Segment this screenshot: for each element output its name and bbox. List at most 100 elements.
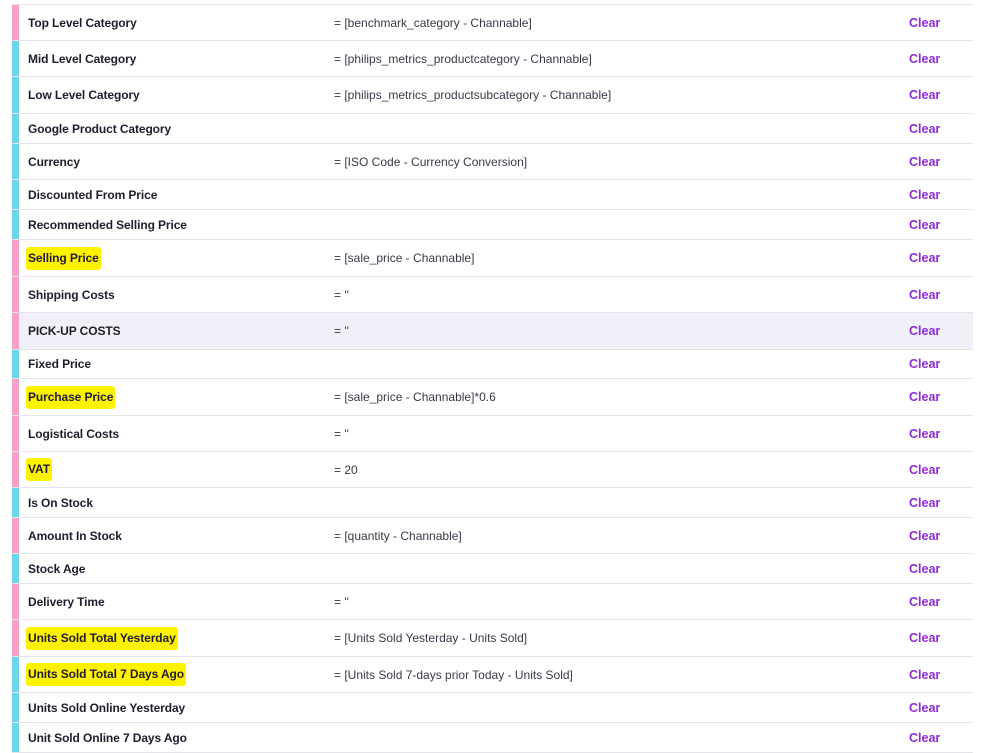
clear-button[interactable]: Clear	[909, 52, 940, 66]
mapping-value: = ''	[334, 594, 349, 609]
field-mapping-list: Top Level Category = [benchmark_category …	[12, 4, 973, 753]
mapping-row[interactable]: VAT = 20 Clear	[12, 452, 973, 488]
field-type-marker	[12, 114, 19, 143]
mapping-value: = [philips_metrics_productcategory - Cha…	[334, 51, 592, 66]
clear-button[interactable]: Clear	[909, 251, 940, 265]
field-name: Discounted From Price	[28, 187, 158, 202]
clear-button[interactable]: Clear	[909, 122, 940, 136]
mapping-row[interactable]: Selling Price = [sale_price - Channable] C…	[12, 240, 973, 277]
field-type-marker	[12, 452, 19, 487]
field-type-marker	[12, 554, 19, 583]
field-type-marker	[12, 657, 19, 692]
mapping-row[interactable]: Fixed Price Clear	[12, 350, 973, 379]
mapping-row[interactable]: Top Level Category = [benchmark_category …	[12, 5, 973, 41]
field-name: Mid Level Category	[28, 51, 137, 66]
field-type-marker	[12, 379, 19, 415]
clear-button[interactable]: Clear	[909, 188, 940, 202]
field-type-marker	[12, 313, 19, 349]
mapping-row[interactable]: Units Sold Total Yesterday = [Units Sold …	[12, 620, 973, 657]
mapping-row[interactable]: Units Sold Total 7 Days Ago = [Units Sold…	[12, 657, 973, 693]
mapping-row[interactable]: Recommended Selling Price Clear	[12, 210, 973, 240]
field-name: Selling Price	[26, 246, 101, 270]
field-type-marker	[12, 416, 19, 451]
mapping-value: = [Units Sold Yesterday - Units Sold]	[334, 631, 528, 645]
mapping-row[interactable]: Mid Level Category = [philips_metrics_pro…	[12, 41, 973, 77]
field-name: Currency	[28, 154, 80, 169]
mapping-value: = ''	[334, 287, 349, 302]
mapping-value: = ''	[334, 324, 349, 338]
clear-button[interactable]: Clear	[909, 88, 940, 102]
field-type-marker	[12, 210, 19, 239]
field-name: VAT	[26, 458, 52, 481]
field-name: Low Level Category	[28, 88, 140, 102]
field-name: Recommended Selling Price	[28, 217, 187, 232]
mapping-row[interactable]: Shipping Costs = '' Clear	[12, 277, 973, 313]
mapping-row[interactable]: Low Level Category = [philips_metrics_pro…	[12, 77, 973, 114]
mapping-value: = [benchmark_category - Channable]	[334, 15, 532, 30]
clear-button[interactable]: Clear	[909, 595, 940, 609]
mapping-value: = [ISO Code - Currency Conversion]	[334, 154, 528, 169]
mapping-value: = [quantity - Channable]	[334, 528, 462, 543]
mapping-row[interactable]: Stock Age Clear	[12, 554, 973, 584]
mapping-row[interactable]: Amount In Stock = [quantity - Channable] C…	[12, 518, 973, 554]
field-name: Logistical Costs	[28, 426, 120, 441]
field-name: Top Level Category	[28, 15, 137, 30]
field-name: Units Sold Total 7 Days Ago	[26, 663, 186, 686]
mapping-row[interactable]: PICK-UP COSTS = '' Clear	[12, 313, 973, 350]
mapping-row[interactable]: Units Sold Online Yesterday Clear	[12, 693, 973, 723]
field-type-marker	[12, 41, 19, 76]
field-type-marker	[12, 620, 19, 656]
field-type-marker	[12, 723, 19, 752]
field-type-marker	[12, 350, 19, 378]
clear-button[interactable]: Clear	[909, 463, 940, 477]
clear-button[interactable]: Clear	[909, 288, 940, 302]
clear-button[interactable]: Clear	[909, 529, 940, 543]
clear-button[interactable]: Clear	[909, 701, 940, 715]
clear-button[interactable]: Clear	[909, 668, 940, 682]
mapping-row[interactable]: Currency = [ISO Code - Currency Conversio…	[12, 144, 973, 180]
clear-button[interactable]: Clear	[909, 390, 940, 404]
mapping-row[interactable]: Is On Stock Clear	[12, 488, 973, 518]
field-name: Shipping Costs	[28, 287, 115, 302]
mapping-value: = [philips_metrics_productsubcategory - …	[334, 88, 612, 102]
field-type-marker	[12, 240, 19, 276]
mapping-value: = ''	[334, 426, 349, 441]
clear-button[interactable]: Clear	[909, 731, 940, 745]
field-name: Google Product Category	[28, 121, 172, 136]
field-type-marker	[12, 5, 19, 40]
mapping-value: = [Units Sold 7-days prior Today - Units…	[334, 667, 573, 682]
field-type-marker	[12, 180, 19, 209]
field-name: Amount In Stock	[28, 528, 122, 543]
mapping-value: = 20	[334, 462, 358, 477]
clear-button[interactable]: Clear	[909, 155, 940, 169]
mapping-row[interactable]: Discounted From Price Clear	[12, 180, 973, 210]
clear-button[interactable]: Clear	[909, 357, 940, 371]
clear-button[interactable]: Clear	[909, 631, 940, 645]
clear-button[interactable]: Clear	[909, 427, 940, 441]
mapping-value: = [sale_price - Channable]*0.6	[334, 390, 496, 404]
mapping-value: = [sale_price - Channable]	[334, 251, 475, 265]
field-name: Stock Age	[28, 561, 86, 576]
field-name: Purchase Price	[26, 385, 116, 409]
clear-button[interactable]: Clear	[909, 324, 940, 338]
field-name: Units Sold Online Yesterday	[28, 700, 186, 715]
field-type-marker	[12, 77, 19, 113]
field-name: Is On Stock	[28, 495, 93, 510]
clear-button[interactable]: Clear	[909, 218, 940, 232]
field-name: Units Sold Total Yesterday	[26, 626, 178, 650]
field-type-marker	[12, 277, 19, 312]
field-name: Delivery Time	[28, 594, 105, 609]
mapping-row[interactable]: Purchase Price = [sale_price - Channable]…	[12, 379, 973, 416]
field-name: Fixed Price	[28, 357, 91, 371]
field-type-marker	[12, 144, 19, 179]
mapping-row[interactable]: Google Product Category Clear	[12, 114, 973, 144]
clear-button[interactable]: Clear	[909, 496, 940, 510]
field-type-marker	[12, 693, 19, 722]
field-type-marker	[12, 518, 19, 553]
clear-button[interactable]: Clear	[909, 16, 940, 30]
clear-button[interactable]: Clear	[909, 562, 940, 576]
mapping-row[interactable]: Delivery Time = '' Clear	[12, 584, 973, 620]
field-name: Unit Sold Online 7 Days Ago	[28, 730, 187, 745]
mapping-row[interactable]: Logistical Costs = '' Clear	[12, 416, 973, 452]
field-type-marker	[12, 584, 19, 619]
